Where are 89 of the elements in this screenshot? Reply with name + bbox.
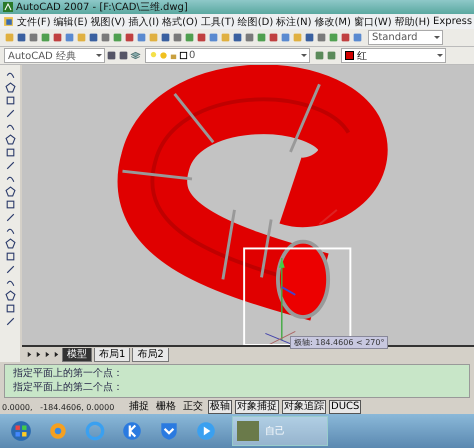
tool-icon[interactable] — [100, 32, 111, 43]
tool-icon[interactable] — [232, 32, 243, 43]
color-dropdown[interactable]: 红 — [341, 48, 446, 63]
caret-icon — [301, 54, 307, 57]
thumbnail-placeholder — [237, 421, 259, 441]
menu-item[interactable]: 修改(M) — [314, 14, 351, 28]
tool-icon[interactable] — [28, 32, 39, 43]
start-icon[interactable] — [10, 420, 32, 442]
menu-item[interactable]: 绘图(D) — [238, 14, 274, 28]
tool-icon[interactable] — [316, 32, 327, 43]
layers-icon[interactable] — [130, 50, 141, 61]
draw-tool-icon[interactable] — [4, 212, 16, 223]
status-toggle[interactable]: 对象捕捉 — [235, 400, 279, 414]
draw-tool-icon[interactable] — [4, 186, 16, 197]
play-icon[interactable] — [195, 420, 217, 442]
layout-tab[interactable]: 布局2 — [132, 348, 169, 362]
status-toggle[interactable]: 极轴 — [208, 400, 232, 414]
status-toggle[interactable]: 正交 — [181, 400, 205, 414]
text-style-dropdown[interactable]: Standard — [368, 30, 443, 45]
workspace-dropdown[interactable]: AutoCAD 经典 — [4, 48, 105, 63]
draw-tool-icon[interactable] — [4, 134, 16, 145]
tool-icon[interactable] — [340, 32, 351, 43]
tool-icon[interactable] — [244, 32, 255, 43]
tool-icon[interactable] — [64, 32, 75, 43]
tool-icon[interactable] — [184, 32, 195, 43]
square-icon — [179, 51, 188, 60]
tool-icon[interactable] — [118, 50, 129, 61]
draw-tool-icon[interactable] — [4, 238, 16, 249]
tool-icon[interactable] — [88, 32, 99, 43]
tool-icon[interactable] — [256, 32, 267, 43]
menu-item[interactable]: 文件(F) — [17, 14, 51, 28]
tool-icon[interactable] — [52, 32, 63, 43]
menu-item[interactable]: 帮助(H) — [394, 14, 430, 28]
layer-dropdown[interactable]: 0 — [145, 48, 310, 63]
menu-item[interactable]: Express — [433, 16, 472, 27]
k-circle-icon[interactable] — [121, 420, 143, 442]
draw-tool-icon[interactable] — [4, 264, 16, 275]
menu-item[interactable]: 工具(T) — [200, 14, 235, 28]
draw-tool-icon[interactable] — [4, 290, 16, 301]
draw-tool-icon[interactable] — [4, 303, 16, 314]
caret-icon — [437, 54, 443, 57]
window-title: AutoCAD 2007 - [F:\CAD\三维.dwg] — [16, 0, 188, 14]
draw-tool-icon[interactable] — [4, 147, 16, 158]
tool-icon[interactable] — [160, 32, 171, 43]
coordinates: 0.0000, -184.4606, 0.0000 — [2, 402, 116, 412]
app-icon — [3, 2, 13, 12]
draw-tool-icon[interactable] — [4, 108, 16, 119]
status-toggle[interactable]: 捕捉 — [127, 400, 151, 414]
tool-icon[interactable] — [326, 50, 337, 61]
layout-tab[interactable]: 模型 — [62, 348, 92, 362]
tool-icon[interactable] — [352, 32, 363, 43]
command-line: 指定平面上的第二个点： — [13, 381, 124, 395]
menu-item[interactable]: 编辑(E) — [54, 14, 88, 28]
tool-icon[interactable] — [280, 32, 291, 43]
tool-icon[interactable] — [112, 32, 123, 43]
tool-icon[interactable] — [40, 32, 51, 43]
tool-icon[interactable] — [106, 50, 117, 61]
draw-tool-icon[interactable] — [4, 82, 16, 93]
draw-tool-icon[interactable] — [4, 199, 16, 210]
tool-icon[interactable] — [172, 32, 183, 43]
caret-icon — [96, 54, 102, 57]
command-line: 指定平面上的第一个点： — [13, 367, 124, 381]
menu-item[interactable]: 格式(O) — [162, 14, 198, 28]
menu-item[interactable]: 插入(I) — [128, 14, 160, 28]
menu-item[interactable]: 标注(N) — [276, 14, 312, 28]
status-toggle[interactable]: 对象追踪 — [282, 400, 326, 414]
draw-tool-icon[interactable] — [4, 95, 16, 106]
color-swatch-icon — [345, 51, 354, 60]
tool-icon[interactable] — [328, 32, 339, 43]
drawing-canvas[interactable]: 极轴: 184.4606 < 270° — [22, 65, 474, 347]
menu-item[interactable]: 视图(V) — [90, 14, 126, 28]
tool-icon[interactable] — [268, 32, 279, 43]
draw-tool-icon[interactable] — [4, 160, 16, 171]
tool-icon[interactable] — [304, 32, 315, 43]
draw-tool-icon[interactable] — [4, 251, 16, 262]
tool-icon[interactable] — [196, 32, 207, 43]
document-icon[interactable] — [3, 16, 14, 27]
draw-tool-icon[interactable] — [4, 316, 16, 327]
caret-icon — [434, 36, 440, 39]
tool-icon[interactable] — [16, 32, 27, 43]
status-toggle[interactable]: DUCS — [329, 400, 362, 414]
polar-tooltip: 极轴: 184.4606 < 270° — [290, 336, 388, 349]
tool-icon[interactable] — [136, 32, 147, 43]
status-toggle[interactable]: 栅格 — [154, 400, 178, 414]
layout-tab[interactable]: 布局1 — [94, 348, 130, 362]
tool-icon[interactable] — [314, 50, 325, 61]
tool-icon[interactable] — [124, 32, 135, 43]
tool-icon[interactable] — [208, 32, 219, 43]
menu-item[interactable]: 窗口(W) — [354, 14, 392, 28]
